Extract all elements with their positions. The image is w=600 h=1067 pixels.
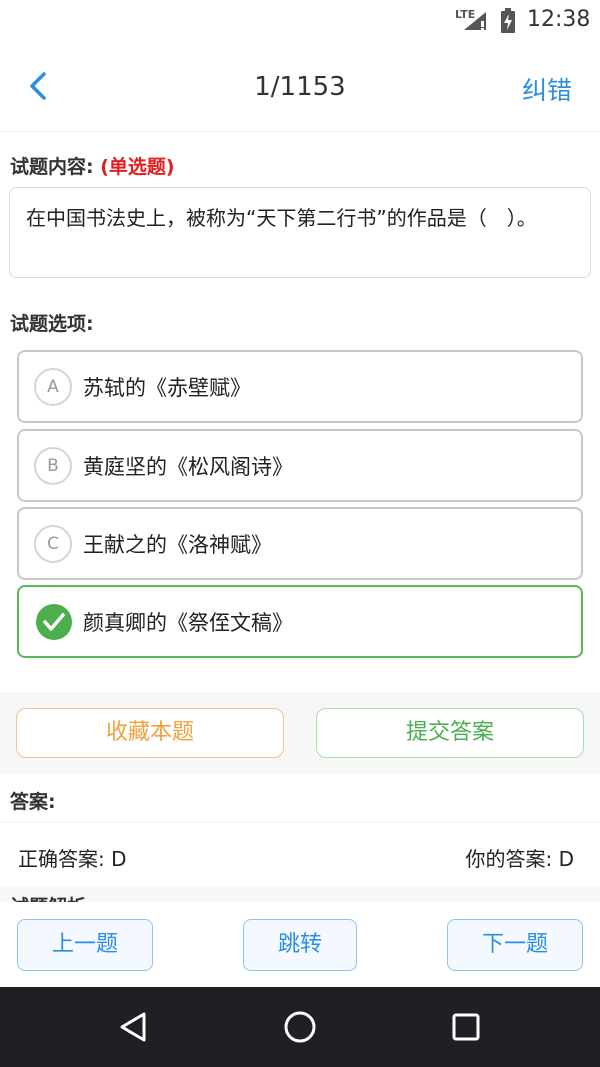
recents-square-icon[interactable] (448, 1009, 484, 1045)
answer-row: 正确答案: D 你的答案: D (0, 822, 600, 886)
clock: 12:38 (527, 7, 591, 32)
correct-answer: 正确答案: D (18, 847, 127, 871)
option-letter: C (34, 525, 72, 563)
battery-icon (501, 8, 515, 33)
submit-answer-button[interactable]: 提交答案 (316, 708, 584, 758)
answer-section-title: 答案: (10, 791, 56, 813)
question-counter: 1/1153 (254, 72, 346, 102)
option-b[interactable]: B 黄庭坚的《松风阁诗》 (17, 429, 583, 502)
option-letter: B (34, 447, 72, 485)
analysis-section: 试题解析 (0, 886, 600, 902)
option-d[interactable]: 颜真卿的《祭侄文稿》 (17, 585, 583, 658)
question-section-label: 试题内容: (10, 156, 94, 178)
option-text: 黄庭坚的《松风阁诗》 (83, 455, 293, 479)
system-navigation-bar (0, 987, 600, 1067)
back-triangle-icon[interactable] (116, 1009, 152, 1045)
next-question-button[interactable]: 下一题 (447, 919, 583, 971)
home-circle-icon[interactable] (282, 1009, 318, 1045)
action-area: 收藏本题 提交答案 (0, 692, 600, 774)
checkmark-circle-icon (36, 604, 72, 640)
option-c[interactable]: C 王献之的《洛神赋》 (17, 507, 583, 580)
option-text: 苏轼的《赤壁赋》 (83, 376, 251, 400)
option-letter: A (34, 368, 72, 406)
previous-question-button[interactable]: 上一题 (17, 919, 153, 971)
app-header: 1/1153 纠错 (0, 42, 600, 132)
options-section-title: 试题选项: (10, 313, 94, 335)
option-text: 王献之的《洛神赋》 (83, 533, 272, 557)
your-answer: 你的答案: D (465, 847, 575, 871)
question-text: 在中国书法史上，被称为“天下第二行书”的作品是（ ）。 (9, 187, 591, 278)
jump-button[interactable]: 跳转 (243, 919, 357, 971)
status-bar: LTE 12:38 (0, 0, 600, 42)
option-text: 颜真卿的《祭侄文稿》 (83, 611, 293, 635)
question-type-tag: (单选题) (100, 156, 175, 178)
question-navigation: 上一题 跳转 下一题 (0, 902, 600, 987)
favorite-button[interactable]: 收藏本题 (16, 708, 284, 758)
question-section-title: 试题内容: (单选题) (10, 152, 175, 179)
option-a[interactable]: A 苏轼的《赤壁赋》 (17, 350, 583, 423)
signal-icon (464, 12, 486, 30)
analysis-section-title: 试题解析 (10, 892, 86, 902)
report-error-button[interactable]: 纠错 (522, 71, 572, 107)
